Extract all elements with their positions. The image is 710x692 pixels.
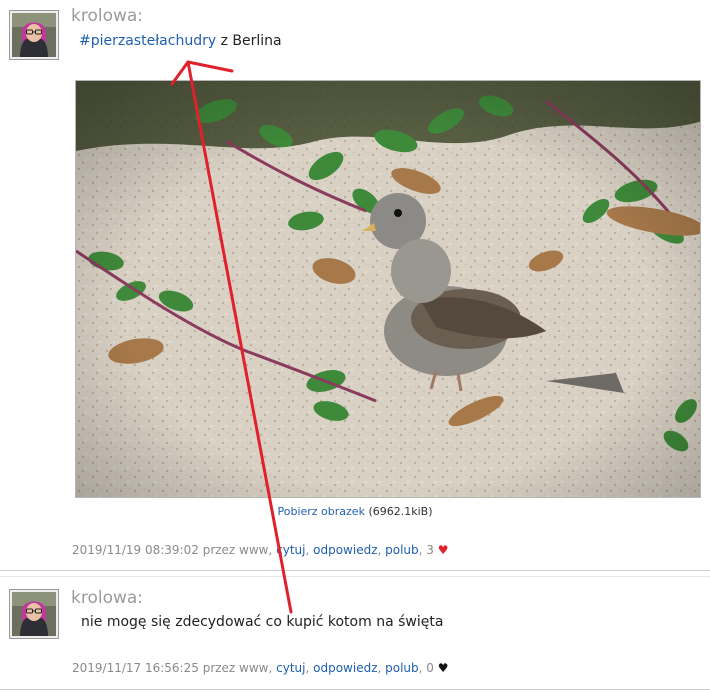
sparrow-photo [76, 81, 700, 497]
download-image-link[interactable]: Pobierz obrazek [277, 505, 364, 518]
post-meta: 2019/11/19 08:39:02 przez www, cytuj, od… [72, 543, 449, 557]
cite-link[interactable]: cytuj [276, 543, 305, 557]
post-image[interactable] [75, 80, 701, 498]
like-count: 0 [426, 661, 434, 675]
hashtag-link[interactable]: #pierzastełachudry [79, 33, 216, 49]
post-via: przez www, [202, 543, 273, 557]
avatar[interactable] [9, 589, 59, 639]
heart-icon[interactable]: ♥ [438, 661, 449, 675]
arrow-head-right [186, 60, 234, 73]
download-size: (6962.1kiB) [368, 505, 433, 518]
post-text-tail: z Berlina [216, 33, 282, 49]
post-text: #pierzastełachudry z Berlina [79, 33, 282, 49]
avatar-image [12, 13, 56, 57]
post-author[interactable]: krolowa: [71, 588, 143, 608]
post-divider [0, 576, 710, 577]
post-author[interactable]: krolowa: [71, 6, 143, 26]
post-divider [0, 689, 710, 690]
like-link[interactable]: polub [385, 661, 419, 675]
post-timestamp: 2019/11/19 08:39:02 [72, 543, 199, 557]
heart-icon[interactable]: ♥ [438, 543, 449, 557]
post-divider [0, 570, 710, 571]
reply-link[interactable]: odpowiedz [313, 661, 377, 675]
post-timestamp: 2019/11/17 16:56:25 [72, 661, 199, 675]
post-text: nie mogę się zdecydować co kupić kotom n… [81, 614, 444, 630]
cite-link[interactable]: cytuj [276, 661, 305, 675]
like-link[interactable]: polub [385, 543, 419, 557]
like-count: 3 [426, 543, 434, 557]
avatar[interactable] [9, 10, 59, 60]
reply-link[interactable]: odpowiedz [313, 543, 377, 557]
avatar-image [12, 592, 56, 636]
post-meta: 2019/11/17 16:56:25 przez www, cytuj, od… [72, 661, 449, 675]
post-via: przez www, [202, 661, 273, 675]
download-row: Pobierz obrazek (6962.1kiB) [0, 505, 710, 518]
